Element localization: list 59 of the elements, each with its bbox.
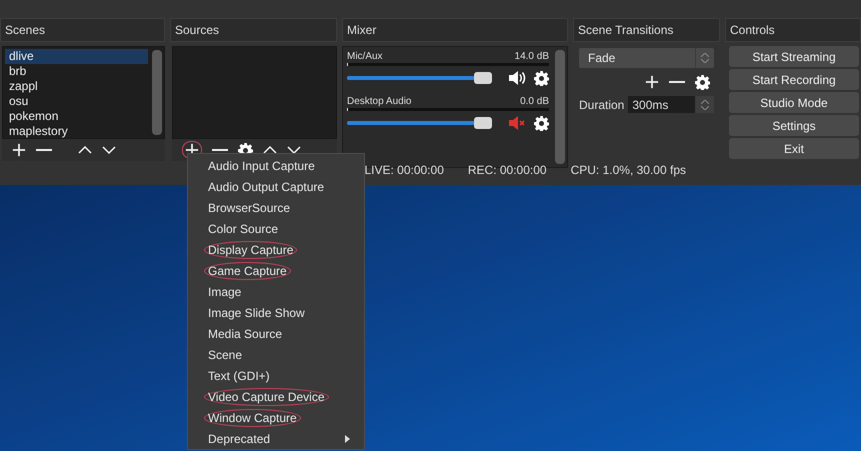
menu-item[interactable]: Image	[188, 281, 364, 302]
menu-item[interactable]: Scene	[188, 344, 364, 365]
minus-icon[interactable]	[212, 148, 228, 152]
channel-reading: 14.0 dB	[514, 51, 549, 62]
down-icon[interactable]	[287, 146, 301, 154]
panel-title: Scene Transitions	[573, 18, 720, 42]
slider-thumb[interactable]	[474, 117, 492, 129]
plus-icon[interactable]	[645, 75, 659, 89]
menu-item[interactable]: Color Source	[188, 218, 364, 239]
menu-item[interactable]: Image Slide Show	[188, 302, 364, 323]
up-icon[interactable]	[263, 146, 277, 154]
scrollbar-thumb[interactable]	[555, 50, 565, 164]
menu-item[interactable]: Game Capture	[188, 260, 364, 281]
list-entry[interactable]: brb	[5, 64, 148, 79]
control-button[interactable]: Start Streaming	[729, 46, 859, 67]
menu-item[interactable]: Audio Input Capture	[188, 155, 364, 176]
duration-field[interactable]: 300ms	[628, 96, 714, 113]
menu-item[interactable]: Display Capture	[188, 239, 364, 260]
status-text: LIVE: 00:00:00	[364, 163, 444, 177]
muted-speaker-icon[interactable]	[508, 115, 526, 131]
spin-arrows-icon[interactable]	[695, 96, 714, 113]
list-entry[interactable]: pokemon	[5, 109, 148, 124]
list-entry[interactable]: dlive	[5, 49, 148, 64]
status-text: CPU: 1.0%, 30.00 fps	[570, 163, 686, 177]
menu-item[interactable]: Audio Output Capture	[188, 176, 364, 197]
list-entry[interactable]: zappl	[5, 79, 148, 94]
control-button[interactable]: Settings	[729, 115, 859, 136]
settings-icon[interactable]	[534, 116, 549, 130]
minus-icon[interactable]	[669, 80, 685, 84]
control-button[interactable]: Studio Mode	[729, 92, 859, 113]
scrollbar-thumb[interactable]	[152, 50, 162, 135]
settings-icon[interactable]	[695, 74, 710, 90]
list-entry[interactable]: osu	[5, 94, 148, 109]
panel-title: Sources	[170, 18, 337, 42]
channel-name: Mic/Aux	[347, 51, 383, 62]
menu-item[interactable]: Text (GDI+)	[188, 365, 364, 386]
channel-reading: 0.0 dB	[520, 96, 549, 107]
down-icon[interactable]	[102, 146, 116, 154]
panel-title: Mixer	[342, 18, 568, 42]
status-text: REC: 00:00:00	[468, 163, 547, 177]
control-button[interactable]: Start Recording	[729, 69, 859, 90]
duration-label: Duration	[579, 98, 624, 112]
control-button[interactable]: Exit	[729, 138, 859, 159]
minus-icon[interactable]	[36, 148, 52, 152]
settings-icon[interactable]	[534, 70, 549, 86]
menu-item[interactable]: Window Capture	[188, 407, 364, 428]
speaker-icon[interactable]	[508, 70, 526, 86]
menu-item[interactable]: Media Source	[188, 323, 364, 344]
panel-title: Controls	[725, 18, 861, 42]
plus-icon[interactable]	[12, 143, 26, 157]
list-entry[interactable]: maplestory	[5, 124, 148, 138]
panel-title: Scenes	[0, 18, 165, 42]
submenu-arrow-icon	[345, 434, 350, 442]
menu-item[interactable]: Deprecated	[188, 428, 364, 449]
up-icon[interactable]	[78, 146, 92, 154]
menu-item[interactable]: BrowserSource	[188, 197, 364, 218]
slider-thumb[interactable]	[474, 72, 492, 84]
transition-dropdown[interactable]: Fade	[579, 48, 714, 68]
channel-name: Desktop Audio	[347, 96, 412, 107]
